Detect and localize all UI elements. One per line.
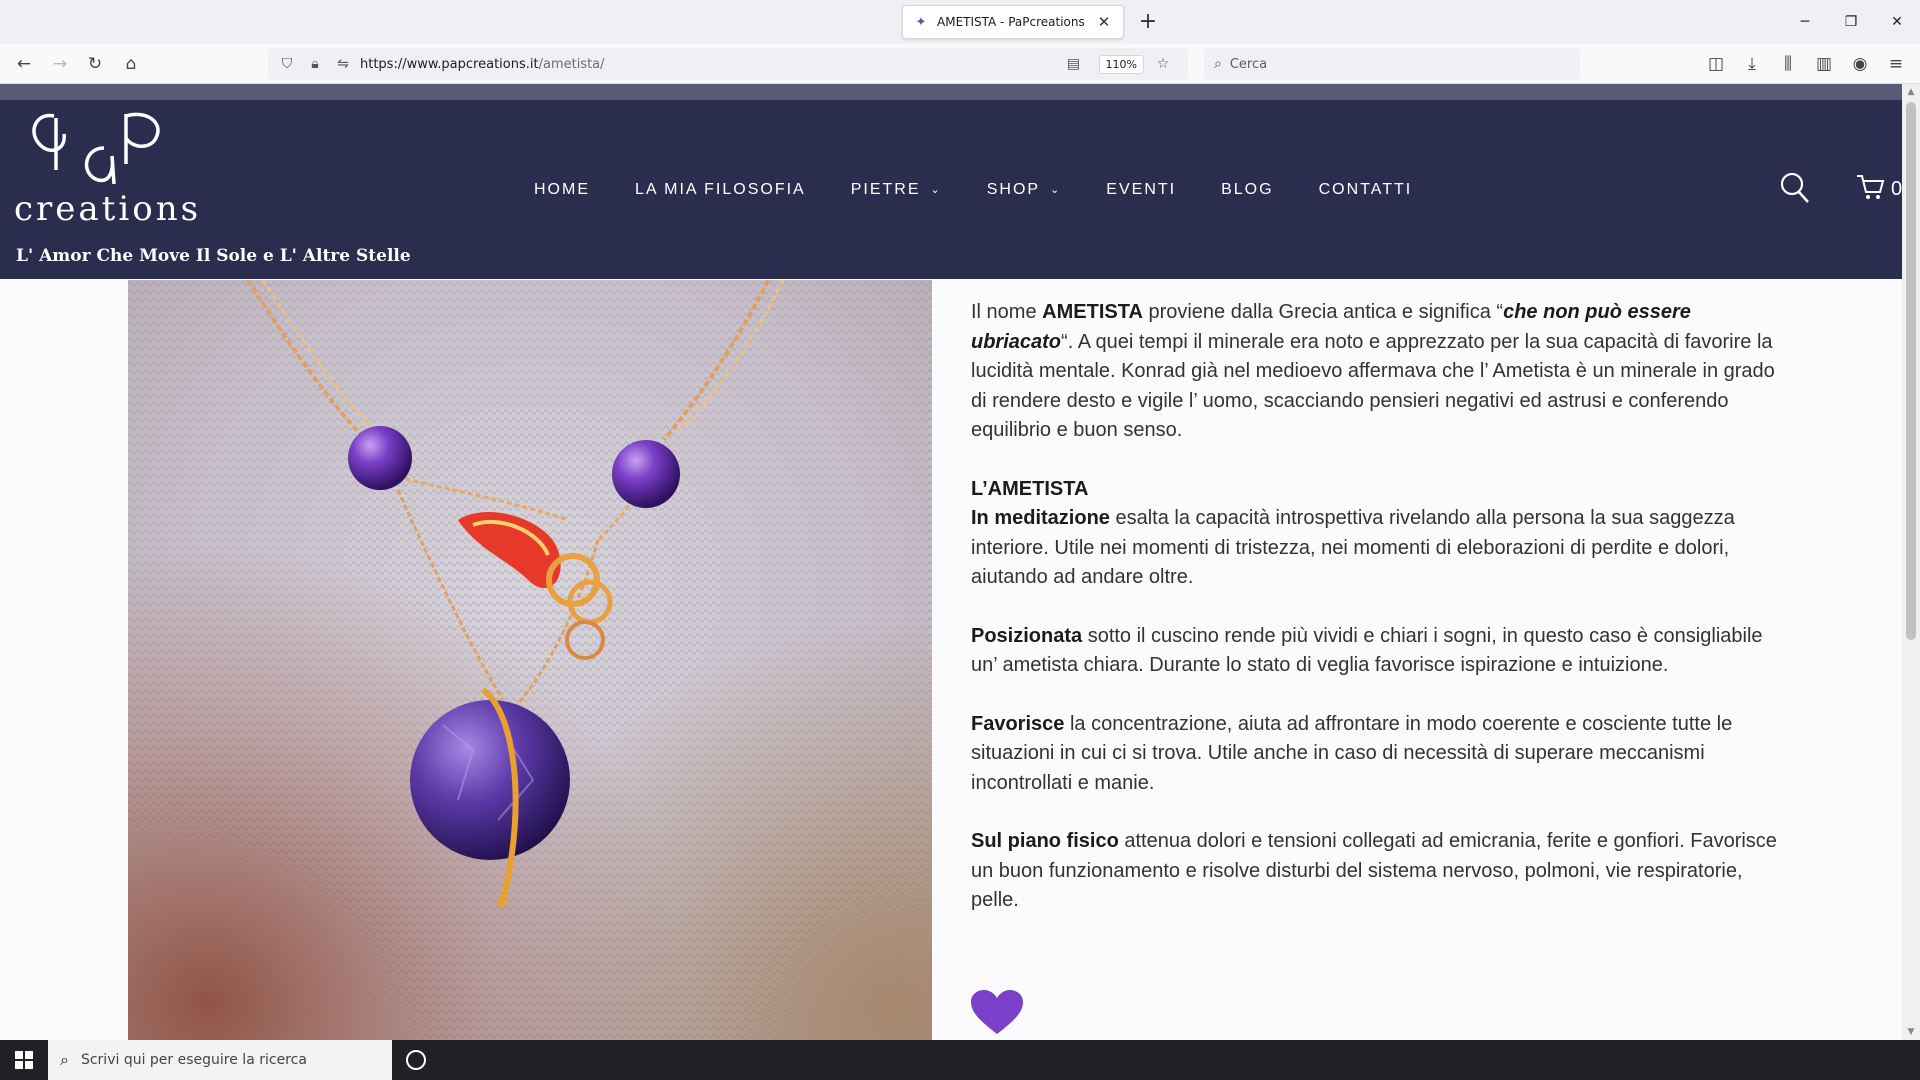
scrollbar-thumb[interactable] bbox=[1906, 102, 1916, 640]
sidebar-icon[interactable]: ▥ bbox=[1810, 50, 1838, 78]
bold-lead: In meditazione bbox=[971, 507, 1110, 529]
nav-item-home[interactable]: HOME bbox=[534, 181, 590, 199]
purple-heart-icon bbox=[971, 990, 1023, 1034]
close-window-button[interactable]: ✕ bbox=[1874, 0, 1920, 44]
tab-close-icon[interactable]: ✕ bbox=[1095, 13, 1113, 31]
back-icon[interactable]: ← bbox=[10, 50, 38, 78]
chevron-down-icon: ⌄ bbox=[1050, 184, 1062, 196]
nav-item-filosofia[interactable]: LA MIA FILOSOFIA bbox=[635, 181, 806, 199]
forward-icon[interactable]: → bbox=[46, 50, 74, 78]
windows-taskbar: ⌕ Scrivi qui per eseguire la ricerca bbox=[0, 1040, 1920, 1080]
section-heading: L’AMETISTA bbox=[971, 477, 1089, 500]
nav-label: LA MIA FILOSOFIA bbox=[635, 180, 806, 198]
bold-lead: Sul piano fisico bbox=[971, 830, 1119, 852]
nav-item-contatti[interactable]: CONTATTI bbox=[1319, 181, 1413, 199]
scroll-up-arrow-icon[interactable]: ▲ bbox=[1902, 84, 1920, 100]
article-body: Il nome AMETISTA proviene dalla Grecia a… bbox=[971, 298, 1791, 945]
new-tab-button[interactable]: + bbox=[1134, 8, 1162, 36]
product-photo bbox=[128, 280, 932, 1040]
main-navigation: HOME LA MIA FILOSOFIA PIETRE ⌄ SHOP ⌄ EVEN… bbox=[534, 100, 1457, 279]
site-tagline: L' Amor Che Move Il Sole e L' Altre Stel… bbox=[16, 246, 411, 266]
text: “. A quei tempi il minerale era noto e a… bbox=[971, 330, 1775, 442]
search-icon: ⌕ bbox=[1214, 56, 1222, 72]
search-placeholder: Cerca bbox=[1229, 56, 1268, 72]
cortana-icon[interactable] bbox=[406, 1050, 426, 1070]
taskbar-search-input[interactable]: ⌕ Scrivi qui per eseguire la ricerca bbox=[48, 1040, 392, 1080]
text: sotto il cuscino rende più vividi e chia… bbox=[971, 624, 1763, 677]
browser-toolbar: ← → ↻ ⌂ ⛉ 🔒︎ ⇋ https://www.papcreations.… bbox=[0, 44, 1920, 84]
permissions-icon[interactable]: ⇋ bbox=[332, 56, 354, 72]
browser-tab-strip: ✦ AMETISTA - PaPcreations ✕ + ─ ❐ ✕ bbox=[0, 0, 1920, 44]
pocket-icon[interactable]: ◫ bbox=[1702, 50, 1730, 78]
minimize-button[interactable]: ─ bbox=[1782, 0, 1828, 44]
shield-icon[interactable]: ⛉ bbox=[276, 56, 298, 72]
nav-item-blog[interactable]: BLOG bbox=[1221, 181, 1273, 199]
address-bar[interactable]: ⛉ 🔒︎ ⇋ https://www.papcreations.it/ameti… bbox=[268, 48, 1188, 80]
bookmark-star-icon[interactable]: ☆ bbox=[1152, 56, 1174, 72]
site-header: creations L' Amor Che Move Il Sole e L' … bbox=[0, 100, 1902, 279]
url-text[interactable]: https://www.papcreations.it/ametista/ bbox=[360, 57, 1063, 72]
web-page: creations L' Amor Che Move Il Sole e L' … bbox=[0, 84, 1902, 1040]
library-icon[interactable]: ⫼ bbox=[1774, 50, 1802, 78]
site-logo[interactable]: creations bbox=[14, 108, 214, 234]
url-path: /ametista/ bbox=[538, 56, 605, 72]
search-input[interactable]: ⌕ Cerca bbox=[1204, 48, 1580, 80]
bold-lead: Favorisce bbox=[971, 712, 1065, 735]
logo-text: creations bbox=[14, 189, 201, 229]
nav-label: EVENTI bbox=[1106, 180, 1177, 198]
cart-count: 0 bbox=[1891, 178, 1902, 200]
account-icon[interactable]: ◉ bbox=[1846, 50, 1874, 78]
reader-view-icon[interactable]: ▤ bbox=[1063, 56, 1085, 72]
nav-item-pietre[interactable]: PIETRE ⌄ bbox=[851, 181, 942, 199]
browser-tab-active[interactable]: ✦ AMETISTA - PaPcreations ✕ bbox=[902, 5, 1124, 39]
search-icon: ⌕ bbox=[60, 1050, 69, 1069]
restore-button[interactable]: ❐ bbox=[1828, 0, 1874, 44]
zoom-level[interactable]: 110% bbox=[1098, 54, 1144, 74]
text: la concentrazione, aiuta ad affrontare i… bbox=[971, 712, 1733, 794]
concentration-paragraph: Favorisce la concentrazione, aiuta ad af… bbox=[971, 710, 1791, 799]
top-strip bbox=[0, 84, 1902, 100]
stone-name: AMETISTA bbox=[1042, 301, 1143, 323]
search-icon[interactable] bbox=[1780, 172, 1810, 204]
menu-icon[interactable]: ≡ bbox=[1882, 50, 1910, 78]
windows-start-button[interactable] bbox=[0, 1040, 48, 1080]
meditation-paragraph: L’AMETISTA In meditazione esalta la capac… bbox=[971, 475, 1791, 593]
windows-logo-icon bbox=[15, 1051, 33, 1069]
cart-icon[interactable] bbox=[1855, 172, 1885, 202]
url-domain: https://www.papcreations.it bbox=[360, 56, 539, 72]
downloads-icon[interactable]: ⤓ bbox=[1738, 50, 1766, 78]
reload-icon[interactable]: ↻ bbox=[81, 50, 109, 78]
nav-label: HOME bbox=[534, 180, 590, 198]
nav-label: PIETRE bbox=[850, 180, 921, 198]
home-icon[interactable]: ⌂ bbox=[117, 50, 145, 78]
intro-paragraph: Il nome AMETISTA proviene dalla Grecia a… bbox=[971, 298, 1791, 446]
page-scrollbar[interactable]: ▲ ▼ bbox=[1902, 84, 1920, 1040]
physical-paragraph: Sul piano fisico attenua dolori e tensio… bbox=[971, 827, 1791, 916]
position-paragraph: Posizionata sotto il cuscino rende più v… bbox=[971, 622, 1791, 681]
chevron-down-icon: ⌄ bbox=[930, 184, 942, 196]
text: Il nome bbox=[971, 301, 1043, 323]
tab-title: AMETISTA - PaPcreations bbox=[937, 15, 1085, 29]
nav-label: BLOG bbox=[1221, 180, 1274, 198]
scroll-down-arrow-icon[interactable]: ▼ bbox=[1902, 1024, 1920, 1040]
lock-icon[interactable]: 🔒︎ bbox=[304, 56, 326, 72]
bold-lead: Posizionata bbox=[971, 624, 1083, 647]
nav-item-eventi[interactable]: EVENTI bbox=[1106, 181, 1176, 199]
nav-label: CONTATTI bbox=[1318, 180, 1413, 198]
text: proviene dalla Grecia antica e significa… bbox=[1142, 301, 1504, 323]
site-favicon-icon: ✦ bbox=[915, 14, 927, 30]
taskbar-search-placeholder: Scrivi qui per eseguire la ricerca bbox=[80, 1052, 307, 1068]
nav-label: SHOP bbox=[986, 180, 1041, 198]
nav-item-shop[interactable]: SHOP ⌄ bbox=[987, 181, 1062, 199]
